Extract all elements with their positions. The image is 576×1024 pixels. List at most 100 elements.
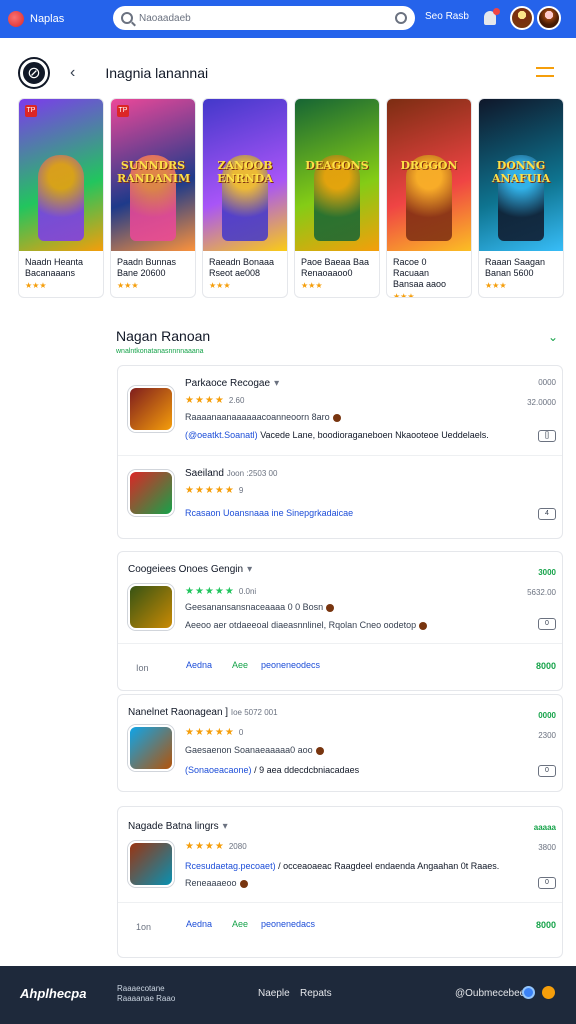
- coin-icon: [239, 879, 248, 888]
- footer-link-1[interactable]: Naeple: [258, 988, 290, 999]
- card-title[interactable]: Raeadn Bonaaa Rseot ae008: [203, 251, 287, 279]
- brand-logo-icon: [8, 11, 24, 27]
- card-subtitle: Renaoaaoo0: [301, 268, 353, 278]
- featured-game-card[interactable]: DEAGONS Paoe Baeaa Baa Renaoaaoo0 ★★★: [294, 98, 380, 298]
- game-list-panel-4: Nagade Batna lingrs ▾ ★★★★ 2080 Rcesudaeta…: [117, 806, 563, 958]
- card-title[interactable]: Paadn Bunnas Bane 20600: [111, 251, 195, 279]
- top-nav-links[interactable]: Seo Rasb: [425, 11, 469, 22]
- footer-tagline-line-1: Raaaecotane: [117, 984, 165, 993]
- item-action-button[interactable]: 0: [538, 618, 556, 630]
- game-thumbnail[interactable]: [128, 470, 174, 516]
- item-title[interactable]: Coogeiees Onoes Gengin ▾: [128, 564, 252, 575]
- open-button[interactable]: peonenedacs: [261, 919, 315, 929]
- item-meta-top: 3000: [538, 568, 556, 577]
- item-link[interactable]: Rcesudaetag.pecoaet) / occeaoaeac Raagde…: [185, 861, 499, 871]
- game-cover-art[interactable]: DONNG ANAFUIA: [479, 99, 563, 251]
- share-button[interactable]: Aee: [232, 660, 248, 670]
- item-link[interactable]: (Sonaoeacaone) / 9 aea ddecdcbniacadaes: [185, 765, 359, 775]
- featured-game-card[interactable]: TP SUNNDRS RANDANIM Paadn Bunnas Bane 20600…: [110, 98, 196, 298]
- card-name-line: Raaan Saagan: [485, 257, 546, 267]
- open-button[interactable]: peoneneodecs: [261, 660, 320, 670]
- theme-toggle-icon[interactable]: [542, 986, 555, 999]
- brand[interactable]: Naplas: [8, 11, 100, 27]
- like-button[interactable]: Aedna: [186, 660, 212, 670]
- game-list-panel-2: Coogeiees Onoes Gengin ▾ ★★★★★ 0.0ni Geesa…: [117, 551, 563, 691]
- card-subtitle: Bacanaaans: [25, 268, 76, 278]
- item-meta-count: 5632.00: [527, 588, 556, 597]
- footer: Ahplhecpa Raaaecotane Raaaanae Raao Naep…: [0, 966, 576, 1024]
- item-meta-count: 32.0000: [527, 398, 556, 407]
- item-action-button[interactable]: 4: [538, 508, 556, 520]
- item-meta-count: 3800: [538, 843, 556, 852]
- chevron-down-icon[interactable]: ⌄: [548, 330, 558, 344]
- item-action-button[interactable]: 0: [538, 765, 556, 777]
- game-cover-art[interactable]: ZANOOB ENRNDA: [203, 99, 287, 251]
- footer-tagline: Raaaecotane Raaaanae Raao: [117, 984, 175, 1004]
- featured-section-header: ⊘ ‹ Inagnia lanannai: [20, 56, 560, 90]
- featured-game-card[interactable]: ZANOOB ENRNDA Raeadn Bonaaa Rseot ae008 ★★★: [202, 98, 288, 298]
- card-name-line: Paoe Baeaa Baa: [301, 257, 370, 267]
- card-title[interactable]: Naadn Heanta Bacanaaans: [19, 251, 103, 279]
- cover-title-text: DONNG ANAFUIA: [491, 159, 551, 185]
- list-item[interactable]: Coogeiees Onoes Gengin ▾ ★★★★★ 0.0ni Geesa…: [118, 552, 562, 644]
- brand-name: Naplas: [30, 13, 65, 25]
- card-star-rating: ★★★: [301, 281, 323, 290]
- back-chevron-icon[interactable]: ‹: [70, 64, 75, 82]
- coin-icon: [315, 746, 324, 755]
- avatar-user-1[interactable]: [510, 6, 534, 30]
- game-cover-art[interactable]: DRGGON: [387, 99, 471, 251]
- notification-bell-icon[interactable]: [484, 8, 500, 25]
- game-thumbnail[interactable]: [128, 584, 174, 630]
- star-rating: ★★★★ 2.60: [185, 395, 245, 406]
- list-item[interactable]: Saeiland Joon :2503 00 ★★★★★ 9 Rcasaon Uo…: [118, 456, 562, 538]
- item-action-button[interactable]: 0: [538, 877, 556, 889]
- list-item[interactable]: Nanelnet Raonagean ] Ioe 5072 001 ★★★★★ 0…: [118, 695, 562, 791]
- avatar-user-2[interactable]: [537, 6, 561, 30]
- game-cover-art[interactable]: DEAGONS: [295, 99, 379, 251]
- card-title[interactable]: Racoe 0 Racuaan Bansaa aaoo: [387, 251, 471, 290]
- footer-link-2[interactable]: Repats: [300, 988, 332, 999]
- card-star-rating: ★★★: [117, 281, 139, 290]
- card-title[interactable]: Raaan Saagan Banan 5600: [479, 251, 563, 279]
- game-thumbnail[interactable]: [128, 841, 174, 887]
- game-cover-art[interactable]: TP: [19, 99, 103, 251]
- item-meta-count: 2300: [538, 731, 556, 740]
- featured-game-card[interactable]: DONNG ANAFUIA Raaan Saagan Banan 5600 ★★★: [478, 98, 564, 298]
- list-item[interactable]: Parkaoce Recogae ▾ ★★★★ 2.60 Raaaanaanaaaa…: [118, 366, 562, 456]
- item-title[interactable]: Nagade Batna lingrs ▾: [128, 821, 228, 832]
- star-rating: ★★★★ 2080: [185, 841, 247, 852]
- search-input[interactable]: [139, 12, 389, 24]
- search-bar[interactable]: [113, 6, 415, 30]
- action-count: 1on: [136, 922, 152, 932]
- item-link[interactable]: (@oeatkt.Soanatl) Vacede Lane, boodiorag…: [185, 430, 489, 440]
- featured-game-card[interactable]: TP Naadn Heanta Bacanaaans ★★★: [18, 98, 104, 298]
- featured-game-card[interactable]: DRGGON Racoe 0 Racuaan Bansaa aaoo ★★★: [386, 98, 472, 298]
- card-subtitle: Banan 5600: [485, 268, 534, 278]
- action-score: 8000: [535, 920, 556, 930]
- item-title[interactable]: Nanelnet Raonagean ] Ioe 5072 001: [128, 707, 278, 718]
- item-title[interactable]: Parkaoce Recogae ▾: [185, 378, 279, 389]
- footer-contact[interactable]: @Oubmecebee: [455, 988, 525, 999]
- refresh-icon[interactable]: [395, 12, 407, 24]
- share-button[interactable]: Aee: [232, 919, 248, 929]
- card-title[interactable]: Paoe Baeaa Baa Renaoaaoo0: [295, 251, 379, 279]
- game-thumbnail[interactable]: [128, 725, 174, 771]
- game-thumbnail[interactable]: [128, 386, 174, 432]
- item-description: Raaaanaanaaaaaacoanneoorn 8aro: [185, 412, 341, 422]
- item-action-button[interactable]: []: [538, 430, 556, 442]
- cover-title-text: DEAGONS: [305, 159, 369, 172]
- app-logo-icon[interactable]: ⊘: [20, 59, 48, 87]
- footer-tagline-line-2: Raaaanae Raao: [117, 994, 176, 1003]
- like-button[interactable]: Aedna: [186, 919, 212, 929]
- cover-title-text: DRGGON: [400, 159, 458, 172]
- menu-icon[interactable]: [536, 67, 554, 77]
- item-link[interactable]: Rcasaon Uoansnaaa ine Sinepgrkadaicae: [185, 508, 353, 518]
- item-title[interactable]: Saeiland Joon :2503 00: [185, 468, 277, 479]
- item-meta-top: 0000: [538, 711, 556, 720]
- footer-brand[interactable]: Ahplhecpa: [20, 986, 86, 1001]
- game-cover-art[interactable]: TP SUNNDRS RANDANIM: [111, 99, 195, 251]
- character-figure: [38, 155, 84, 241]
- list-item[interactable]: Nagade Batna lingrs ▾ ★★★★ 2080 Rcesudaeta…: [118, 807, 562, 903]
- globe-icon[interactable]: [522, 986, 535, 999]
- item-meta-top: aaaaa: [533, 823, 556, 832]
